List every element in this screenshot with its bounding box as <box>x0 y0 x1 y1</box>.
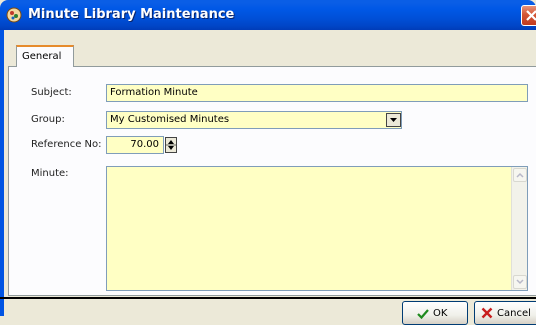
group-dropdown-button[interactable] <box>386 113 401 127</box>
minute-label: Minute: <box>31 168 69 179</box>
minute-scrollbar[interactable] <box>511 167 527 290</box>
close-button[interactable] <box>521 5 536 26</box>
minute-textarea[interactable] <box>106 166 528 291</box>
group-label: Group: <box>31 114 65 125</box>
app-icon <box>6 7 22 23</box>
bottom-divider <box>0 297 536 299</box>
close-icon <box>526 10 536 21</box>
ok-button-label: OK <box>433 308 448 319</box>
reference-no-label: Reference No: <box>31 139 102 150</box>
subject-field[interactable]: Formation Minute <box>106 84 528 102</box>
reference-no-spinner[interactable] <box>165 137 177 153</box>
group-select-value: My Customised Minutes <box>110 114 230 125</box>
chevron-down-icon <box>390 118 397 122</box>
reference-no-field[interactable]: 70.00 <box>106 136 164 154</box>
tab-general[interactable]: General <box>16 45 74 67</box>
group-select[interactable]: My Customised Minutes <box>106 111 402 129</box>
spinner-arrows-icon <box>166 140 176 150</box>
chevron-up-icon <box>516 172 524 178</box>
checkmark-icon <box>417 309 429 320</box>
cancel-button-label: Cancel <box>497 308 531 319</box>
window-title: Minute Library Maintenance <box>28 7 235 22</box>
window-frame <box>0 30 4 316</box>
cross-icon <box>481 307 493 319</box>
subject-label: Subject: <box>31 87 72 98</box>
title-bar[interactable]: Minute Library Maintenance <box>0 0 536 30</box>
chevron-down-icon <box>516 279 524 285</box>
cancel-button[interactable]: Cancel <box>474 301 536 325</box>
scroll-down-button[interactable] <box>513 275 527 289</box>
scroll-up-button[interactable] <box>513 168 527 182</box>
ok-button[interactable]: OK <box>402 301 468 325</box>
